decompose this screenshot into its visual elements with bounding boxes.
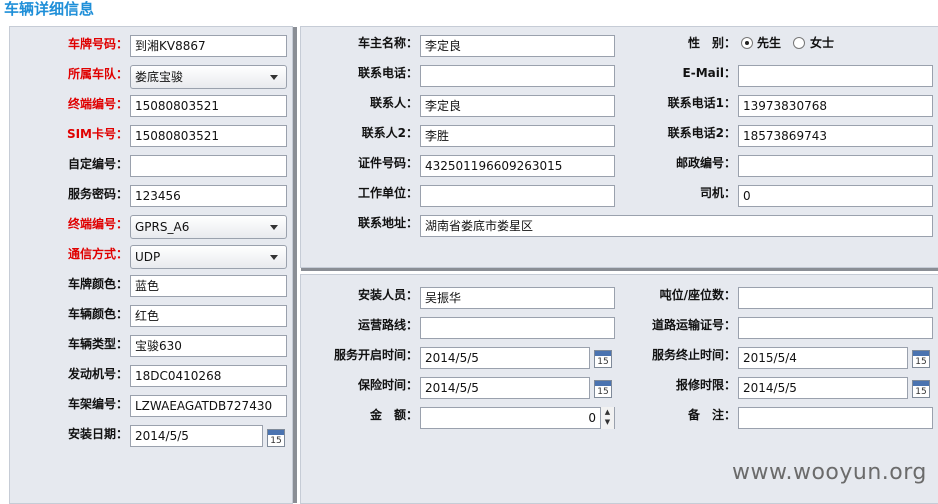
vehicle-color-label: 车辆颜色： — [67, 307, 128, 321]
terminal-code-select[interactable]: GPRS_A6 — [130, 215, 287, 239]
insurance-time-label: 保险时间： — [357, 378, 418, 392]
phone1-field[interactable]: 13973830768 — [738, 95, 933, 117]
chevron-down-icon — [270, 225, 278, 230]
amount-stepper[interactable]: 0 — [420, 407, 615, 429]
installer-label: 安装人员： — [357, 288, 418, 302]
workplace-field[interactable] — [420, 185, 615, 207]
install-date-label: 安装日期： — [67, 427, 128, 441]
service-password-label: 服务密码： — [67, 187, 128, 201]
vehicle-type-field[interactable]: 宝骏630 — [130, 335, 287, 357]
plate-number-field[interactable]: 到湘KV8867 — [130, 35, 287, 57]
engine-no-label: 发动机号： — [67, 367, 128, 381]
remark-label: 备 注： — [687, 408, 736, 422]
gender-female-radio[interactable] — [793, 37, 805, 49]
calendar-icon[interactable]: 15 — [267, 429, 285, 447]
postcode-field[interactable] — [738, 155, 933, 177]
email-field[interactable] — [738, 65, 933, 87]
id-no-label: 证件号码： — [357, 156, 418, 170]
gender-male-radio[interactable] — [741, 37, 753, 49]
fleet-label: 所属车队： — [67, 67, 128, 81]
comm-mode-label: 通信方式： — [67, 247, 128, 261]
custom-no-field[interactable] — [130, 155, 287, 177]
driver-label: 司机： — [699, 186, 736, 200]
gender-female-label: 女士 — [810, 36, 835, 50]
plate-color-label: 车牌颜色： — [67, 277, 128, 291]
sim-no-label: SIM卡号： — [66, 127, 128, 141]
fleet-select[interactable]: 娄底宝骏 — [130, 65, 287, 89]
chevron-down-icon — [270, 75, 278, 80]
phone2-label: 联系电话2： — [667, 126, 736, 140]
calendar-icon[interactable]: 15 — [594, 350, 612, 368]
terminal-code-label: 终端编号： — [67, 217, 128, 231]
insurance-time-field[interactable]: 2014/5/5 — [420, 377, 590, 399]
route-label: 运营路线： — [357, 318, 418, 332]
calendar-icon[interactable]: 15 — [912, 350, 930, 368]
gender-label: 性 别： — [687, 36, 736, 50]
calendar-icon[interactable]: 15 — [594, 380, 612, 398]
terminal-no-label: 终端编号： — [67, 97, 128, 111]
address-label: 联系地址： — [357, 216, 418, 230]
postcode-label: 邮政编号： — [675, 156, 736, 170]
service-start-label: 服务开启时间： — [333, 348, 418, 362]
comm-mode-select-value: UDP — [135, 250, 161, 264]
service-end-field[interactable]: 2015/5/4 — [738, 347, 908, 369]
page-title: 车辆详细信息 — [4, 0, 95, 18]
phone2-field[interactable]: 18573869743 — [738, 125, 933, 147]
plate-number-label: 车牌号码： — [67, 37, 128, 51]
installer-field[interactable]: 吴振华 — [420, 287, 615, 309]
driver-field[interactable]: 0 — [738, 185, 933, 207]
scrap-limit-field[interactable]: 2014/5/5 — [738, 377, 908, 399]
calendar-icon[interactable]: 15 — [912, 380, 930, 398]
phone-field[interactable] — [420, 65, 615, 87]
terminal-code-select-value: GPRS_A6 — [135, 220, 190, 234]
address-field[interactable]: 湖南省娄底市娄星区 — [420, 215, 933, 237]
plate-color-field[interactable]: 蓝色 — [130, 275, 287, 297]
watermark: www.wooyun.org — [732, 460, 927, 485]
tonnage-label: 吨位/座位数： — [659, 288, 736, 302]
workplace-label: 工作单位： — [357, 186, 418, 200]
service-start-field[interactable]: 2014/5/5 — [420, 347, 590, 369]
owner-name-label: 车主名称： — [357, 36, 418, 50]
install-date-field[interactable]: 2014/5/5 — [130, 425, 263, 447]
engine-no-field[interactable]: 18DC0410268 — [130, 365, 287, 387]
vehicle-color-field[interactable]: 红色 — [130, 305, 287, 327]
comm-mode-select[interactable]: UDP — [130, 245, 287, 269]
service-password-field[interactable]: 123456 — [130, 185, 287, 207]
transport-cert-field[interactable] — [738, 317, 933, 339]
amount-label: 金 额： — [369, 408, 418, 422]
remark-field[interactable] — [738, 407, 933, 429]
spin-up-icon[interactable]: ▲ — [601, 407, 614, 417]
vehicle-type-label: 车辆类型： — [67, 337, 128, 351]
service-end-label: 服务终止时间： — [651, 348, 736, 362]
contact2-field[interactable]: 李胜 — [420, 125, 615, 147]
amount-spinner[interactable]: ▲ ▼ — [600, 407, 614, 429]
spin-down-icon[interactable]: ▼ — [601, 417, 614, 427]
terminal-no-field[interactable]: 15080803521 — [130, 95, 287, 117]
sim-no-field[interactable]: 15080803521 — [130, 125, 287, 147]
amount-value: 0 — [588, 411, 596, 425]
email-label: E-Mail： — [682, 66, 736, 80]
custom-no-label: 自定编号： — [67, 157, 128, 171]
transport-cert-label: 道路运输证号： — [651, 318, 736, 332]
scrap-limit-label: 报修时限： — [675, 378, 736, 392]
frame-no-label: 车架编号： — [67, 397, 128, 411]
chevron-down-icon — [270, 255, 278, 260]
id-no-field[interactable]: 432501196609263015 — [420, 155, 615, 177]
contact-label: 联系人： — [369, 96, 418, 110]
frame-no-field[interactable]: LZWAEAGATDB727430 — [130, 395, 287, 417]
owner-name-field[interactable]: 李定良 — [420, 35, 615, 57]
gender-male-label: 先生 — [757, 36, 782, 50]
contact2-label: 联系人2： — [361, 126, 418, 140]
contact-field[interactable]: 李定良 — [420, 95, 615, 117]
route-field[interactable] — [420, 317, 615, 339]
tonnage-field[interactable] — [738, 287, 933, 309]
phone1-label: 联系电话1： — [667, 96, 736, 110]
fleet-select-value: 娄底宝骏 — [135, 70, 184, 84]
phone-label: 联系电话： — [357, 66, 418, 80]
